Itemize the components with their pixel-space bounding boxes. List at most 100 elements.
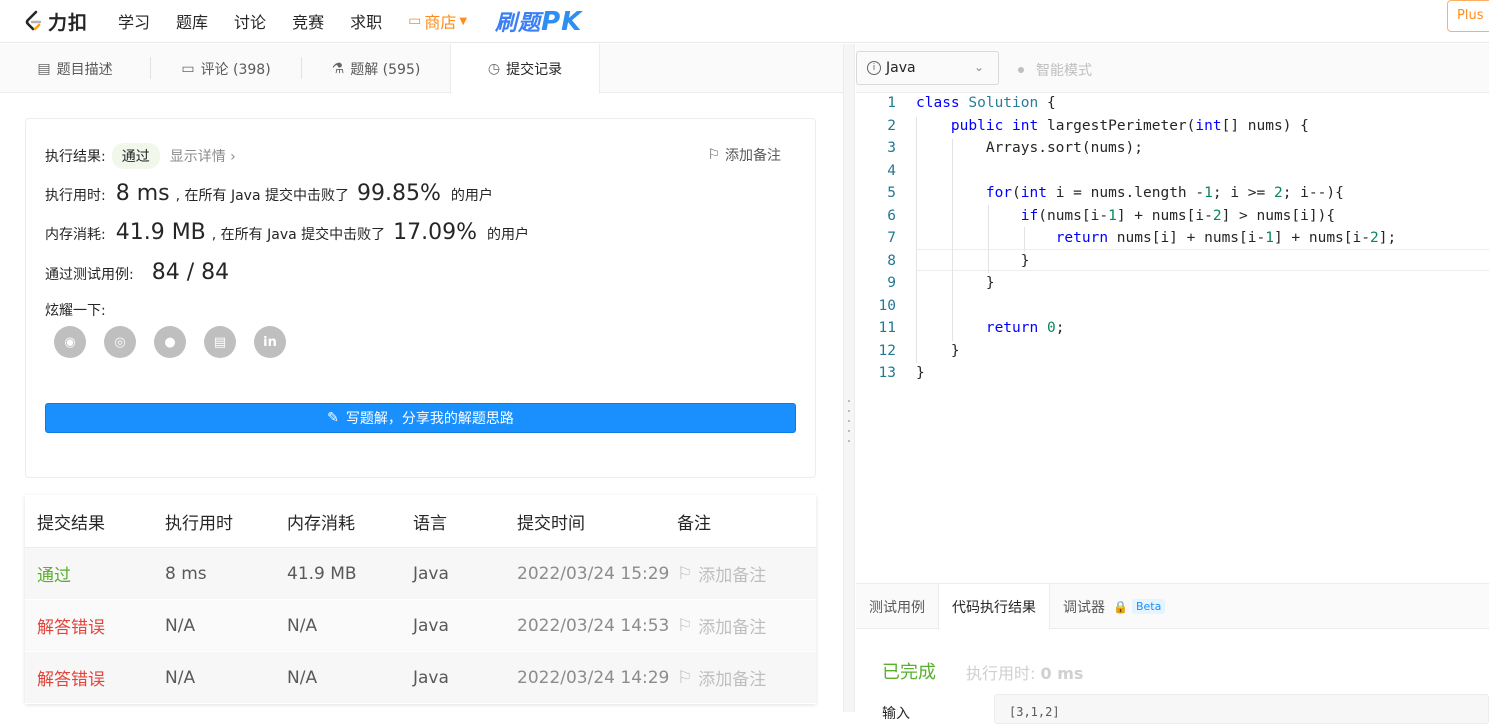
header-runtime: 执行用时 [165, 513, 233, 534]
tab-solutions-label: 题解 (595) [350, 61, 421, 78]
grip-dot [848, 420, 850, 422]
memory-label: 内存消耗: [45, 227, 106, 243]
weibo-icon[interactable]: ◎ [104, 326, 136, 358]
add-note-button[interactable]: ⚐ 添加备注 [707, 145, 781, 165]
code-line: for(int i = nums.length -1; i >= 2; i--)… [985, 185, 1344, 201]
line-number: 12 [878, 343, 896, 359]
nav-item-jobs[interactable]: 求职 [350, 9, 382, 33]
row-add-note-button[interactable]: ⚐ 添加备注 [677, 665, 807, 691]
show-detail-label: 显示详情 [169, 149, 226, 165]
tab-description-label: 题目描述 [56, 61, 113, 78]
pk-banner[interactable]: 刷题PK [495, 5, 582, 37]
row-time: 2022/03/24 14:29 [517, 667, 670, 688]
status-badge: 通过 [111, 143, 160, 169]
tab-comments-label: 评论 (398) [200, 61, 271, 78]
nav-item-shop[interactable]: ▭ 商店 ▼ [408, 9, 467, 33]
tab-description[interactable]: ▤ 题目描述 [0, 44, 150, 93]
tab-run-result[interactable]: 代码执行结果 [938, 584, 1050, 630]
shop-label: 商店 [424, 13, 457, 32]
memory-text: , 在所有 Java 提交中击败了 [211, 227, 386, 243]
tab-comments[interactable]: ▭ 评论 (398) [151, 44, 301, 93]
row-language: Java [413, 615, 449, 636]
runtime-text: , 在所有 Java 提交中击败了 [175, 188, 349, 204]
line-number: 10 [878, 298, 896, 314]
memory-users-text: 的用户 [487, 227, 530, 243]
language-value: Java [886, 60, 916, 76]
top-nav: 力扣 学习 题库 讨论 竞赛 求职 ▭ 商店 ▼ 刷题PK Plus [0, 0, 1489, 43]
row-add-note-button[interactable]: ⚐ 添加备注 [677, 561, 807, 587]
tab-solutions[interactable]: ⚗ 题解 (595) [302, 44, 450, 93]
code-line: } [916, 365, 925, 381]
chevron-right-icon: › [230, 149, 236, 165]
status-label: 执行结果: [45, 149, 106, 165]
tab-debugger[interactable]: 调试器 🔒 Beta [1050, 584, 1178, 629]
tab-submissions-label: 提交记录 [506, 62, 563, 78]
row-result-link[interactable]: 解答错误 [25, 613, 165, 638]
flag-icon: ⚐ [677, 615, 693, 636]
flag-icon: ⚐ [707, 147, 720, 163]
line-number: 7 [887, 230, 896, 246]
flag-icon: ⚐ [677, 667, 693, 688]
runtime-row: 执行用时: 8 ms , 在所有 Java 提交中击败了 99.85% 的用户 [45, 181, 493, 206]
row-language: Java [413, 667, 449, 688]
social-share: ◉ ◎ ● ▤ in [54, 326, 304, 358]
tab-testcase[interactable]: 测试用例 [856, 584, 938, 629]
pane-resizer[interactable] [843, 44, 855, 712]
code-line: Arrays.sort(nums); [916, 140, 1143, 156]
input-label: 输入 [882, 706, 910, 722]
dot-icon [1018, 67, 1024, 73]
row-memory: 41.9 MB [287, 563, 357, 584]
row-add-note-button[interactable]: ⚐ 添加备注 [677, 613, 807, 639]
run-runtime-value: 0 ms [1040, 664, 1084, 683]
code-line: } [916, 253, 1030, 269]
logo[interactable]: 力扣 [24, 8, 88, 35]
table-row: 解答错误 N/A N/A Java 2022/03/24 14:29 ⚐ 添加备注 [25, 652, 816, 704]
wechat-icon[interactable]: ◉ [54, 326, 86, 358]
line-number: 4 [887, 163, 896, 179]
qq-icon[interactable]: ● [154, 326, 186, 358]
row-runtime: N/A [165, 615, 196, 636]
nav-item-discuss[interactable]: 讨论 [234, 9, 266, 33]
clock-icon: ◷ [487, 61, 501, 77]
tab-submissions[interactable]: ◷ 提交记录 [450, 44, 600, 94]
code-editor[interactable]: 1 2 3 4 5 6 7 8 9 10 11 12 13 class Solu… [856, 93, 1489, 583]
console-tabs: 测试用例 代码执行结果 调试器 🔒 Beta [856, 583, 1489, 630]
pk-suffix: PK [541, 7, 583, 37]
header-note: 备注 [677, 513, 711, 534]
problem-tabs: ▤ 题目描述 ▭ 评论 (398) ⚗ 题解 (595) ◷ 提交记录 [0, 44, 843, 94]
write-solution-button[interactable]: ✎ 写题解，分享我的解题思路 [45, 403, 796, 433]
input-value: [3,1,2] [994, 694, 1489, 724]
table-row: 解答错误 N/A N/A Java 2022/03/24 14:53 ⚐ 添加备注 [25, 600, 816, 652]
show-detail-link[interactable]: 显示详情 › [170, 146, 236, 166]
nav-item-problems[interactable]: 题库 [176, 9, 208, 33]
code-line: if(nums[i-1] + nums[i-2] > nums[i]){ [1020, 208, 1336, 224]
code-line: return 0; [985, 320, 1065, 336]
caret-down-icon: ▼ [459, 15, 468, 27]
douban-icon[interactable]: ▤ [204, 326, 236, 358]
submissions-table: 提交结果 执行用时 内存消耗 语言 提交时间 备注 通过 8 ms 41.9 M… [25, 495, 816, 704]
row-runtime: 8 ms [165, 563, 207, 584]
row-result-link[interactable]: 解答错误 [25, 665, 165, 690]
leetcode-logo-icon [25, 10, 42, 31]
row-result-link[interactable]: 通过 [25, 561, 165, 586]
row-language: Java [413, 563, 449, 584]
row-note-label: 添加备注 [698, 618, 767, 638]
linkedin-icon[interactable]: in [254, 326, 286, 358]
memory-row: 内存消耗: 41.9 MB , 在所有 Java 提交中击败了 17.09% 的… [45, 220, 529, 245]
nav-item-contest[interactable]: 竞赛 [292, 9, 324, 33]
grip-dot [848, 430, 850, 432]
grip-dot [848, 410, 850, 412]
table-header: 提交结果 执行用时 内存消耗 语言 提交时间 备注 [25, 495, 816, 548]
description-icon: ▤ [37, 60, 51, 77]
language-select[interactable]: i Java ⌄ [856, 51, 999, 85]
smart-mode-toggle[interactable]: 智能模式 [1018, 60, 1092, 80]
memory-percent: 17.09% [393, 220, 478, 245]
line-number: 3 [887, 140, 896, 156]
testcases-label: 通过测试用例: [45, 267, 134, 283]
plus-button[interactable]: Plus [1447, 0, 1489, 32]
header-result: 提交结果 [37, 513, 105, 534]
line-number: 1 [887, 95, 896, 111]
nav-item-study[interactable]: 学习 [118, 9, 150, 33]
flask-icon: ⚗ [331, 60, 345, 77]
